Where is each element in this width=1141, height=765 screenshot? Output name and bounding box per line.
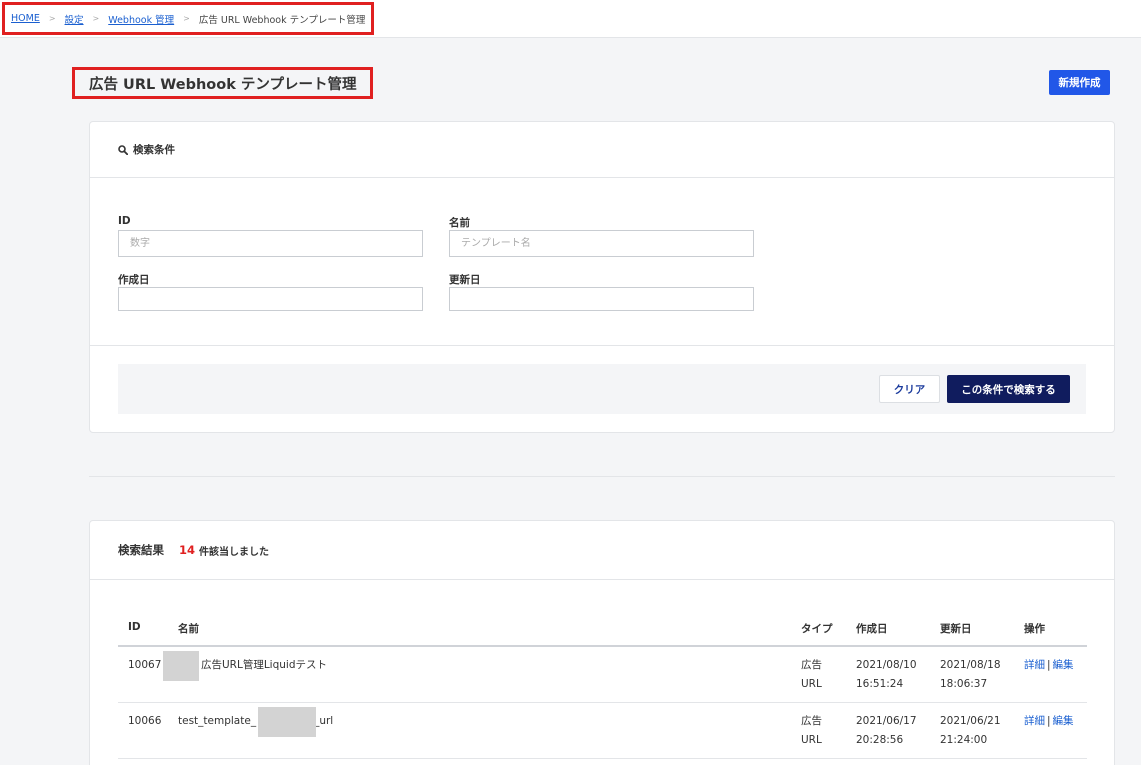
column-header-ops: 操作 [1024,623,1045,635]
breadcrumb-home-link[interactable]: HOME [11,13,40,24]
row-actions: 詳細 | 編集 [1024,656,1074,675]
table-header: ID 名前 タイプ 作成日 更新日 操作 [118,609,1087,647]
name-input[interactable] [449,230,754,257]
row-updated: 2021/06/21 21:24:00 [940,712,1010,750]
table-row: 10066 test_template_ _url 広告 URL 2021/06/… [118,703,1087,759]
breadcrumb-webhook-link[interactable]: Webhook 管理 [108,12,174,26]
id-label: ID [118,215,131,227]
column-header-type[interactable]: タイプ [801,621,833,636]
breadcrumb-separator: > [92,14,100,23]
results-panel: 検索結果 14 件該当しました ID 名前 タイプ 作成日 更新日 操作 100… [89,520,1115,765]
search-action-bar: クリア この条件で検索する [118,364,1086,414]
action-separator: | [1047,659,1051,671]
breadcrumb-current: 広告 URL Webhook テンプレート管理 [198,14,366,26]
redacted-area [163,651,199,681]
row-created-date: 2021/06/17 [856,715,917,727]
row-created-date: 2021/08/10 [856,659,917,671]
edit-link[interactable]: 編集 [1053,715,1074,727]
new-template-button[interactable]: 新規作成 [1049,70,1110,95]
results-count-suffix: 件該当しました [199,546,270,558]
row-actions: 詳細 | 編集 [1024,712,1074,731]
row-id: 10066 [128,715,162,727]
results-table: ID 名前 タイプ 作成日 更新日 操作 10067 広告URL管理Liquid… [118,609,1087,759]
search-panel-title: 検索条件 [133,144,175,156]
row-name-prefix: test_template_ [178,715,257,727]
updated-date-label: 更新日 [449,274,481,286]
results-count: 14 [179,543,196,557]
page-title-text: 広告 URL Webhook テンプレート管理 [89,76,357,93]
name-label: 名前 [449,217,470,229]
detail-link[interactable]: 詳細 [1024,659,1045,671]
breadcrumb-separator: > [183,14,190,23]
row-name-suffix: _url [314,715,334,727]
row-updated-date: 2021/08/18 [940,659,1001,671]
edit-link[interactable]: 編集 [1053,659,1074,671]
results-title: 検索結果 [118,543,164,557]
row-updated-date: 2021/06/21 [940,715,1001,727]
detail-link[interactable]: 詳細 [1024,715,1045,727]
table-row: 10067 広告URL管理Liquidテスト 広告 URL 2021/08/10… [118,647,1087,703]
results-header: 検索結果 14 件該当しました [90,521,1114,580]
breadcrumb: HOME > 設定 > Webhook 管理 > 広告 URL Webhook … [2,2,375,35]
column-header-updated[interactable]: 更新日 [940,621,972,636]
created-date-label: 作成日 [118,274,150,286]
row-type: 広告 URL [801,659,822,690]
id-input[interactable] [118,230,423,257]
column-header-id[interactable]: ID [128,621,141,633]
row-name: 広告URL管理Liquidテスト [201,659,327,671]
row-created: 2021/06/17 20:28:56 [856,712,926,750]
divider [89,476,1115,477]
row-type: 広告 URL [801,715,822,746]
divider [90,345,1114,346]
created-date-input[interactable] [118,287,423,311]
row-id: 10067 [128,659,162,671]
row-created-time: 16:51:24 [856,678,904,690]
clear-button[interactable]: クリア [879,375,940,403]
row-updated-time: 21:24:00 [940,734,988,746]
page-title: 広告 URL Webhook テンプレート管理 [72,67,374,99]
action-separator: | [1047,715,1051,727]
search-icon [118,144,128,155]
column-header-created[interactable]: 作成日 [856,621,888,636]
row-created-time: 20:28:56 [856,734,904,746]
top-bar: HOME > 設定 > Webhook 管理 > 広告 URL Webhook … [0,0,1141,38]
search-panel-header: 検索条件 [90,122,1114,178]
redacted-area [258,707,316,737]
search-button[interactable]: この条件で検索する [947,375,1070,403]
updated-date-input[interactable] [449,287,754,311]
breadcrumb-separator: > [48,14,56,23]
row-updated-time: 18:06:37 [940,678,988,690]
breadcrumb-settings-link[interactable]: 設定 [65,12,84,26]
search-panel: 検索条件 ID 名前 作成日 更新日 クリア この条件で検索する [89,121,1115,433]
row-created: 2021/08/10 16:51:24 [856,656,926,694]
column-header-name[interactable]: 名前 [178,621,199,636]
row-updated: 2021/08/18 18:06:37 [940,656,1010,694]
